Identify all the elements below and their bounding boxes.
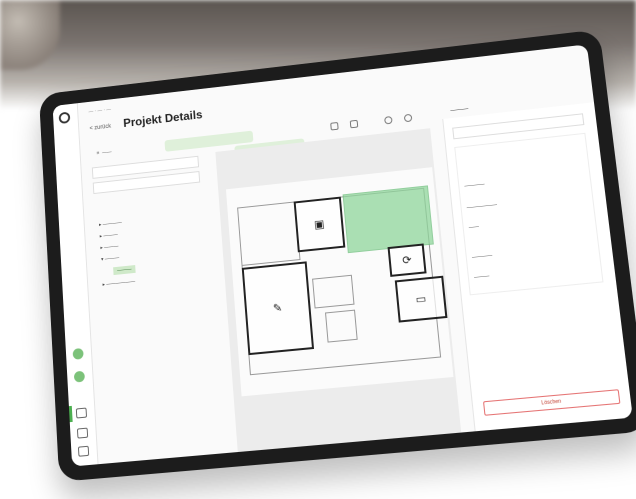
room bbox=[237, 201, 301, 266]
lamp bbox=[0, 0, 60, 70]
device-marker[interactable]: ▭ bbox=[394, 275, 448, 323]
cursor-icon[interactable] bbox=[349, 119, 359, 129]
layers-icon[interactable] bbox=[403, 113, 413, 123]
panel-title: ——— bbox=[450, 106, 469, 115]
zoom-icon[interactable] bbox=[384, 115, 393, 125]
refresh-icon: ⟳ bbox=[401, 254, 413, 268]
copy-icon[interactable] bbox=[330, 121, 339, 131]
tablet-device: — · — · — < zurück Projekt Details ≡ —— … bbox=[38, 29, 636, 482]
list-icon[interactable] bbox=[77, 445, 90, 457]
tree-item[interactable]: ▸ ——— bbox=[100, 243, 118, 251]
tree-panel: ▸ ———— ▸ ——— ▸ ——— ▾ ——— ——— ▸ —————— bbox=[86, 155, 230, 464]
tree-item[interactable]: ▸ ——— bbox=[100, 232, 118, 240]
settings-icon[interactable] bbox=[78, 464, 91, 467]
floorplan-icon[interactable] bbox=[75, 407, 88, 419]
delete-button[interactable]: Löschen bbox=[482, 389, 621, 416]
list-item[interactable]: —— bbox=[469, 224, 480, 231]
device-marker[interactable]: ▣ bbox=[293, 196, 346, 253]
tablet-screen: — · — · — < zurück Projekt Details ≡ —— … bbox=[52, 44, 633, 467]
tab-overview[interactable]: ≡ —— bbox=[91, 146, 118, 160]
options-list[interactable] bbox=[454, 132, 604, 296]
status-dot-icon[interactable] bbox=[72, 347, 84, 360]
device-marker[interactable]: ✎ bbox=[241, 261, 315, 356]
active-indicator bbox=[68, 405, 73, 423]
page-title: Projekt Details bbox=[122, 107, 203, 130]
tree-item[interactable]: ▸ ———— bbox=[99, 220, 122, 228]
tool-icon: ✎ bbox=[272, 302, 283, 316]
floorplan-canvas[interactable]: ▣ ✎ ⟳ ▭ bbox=[215, 128, 462, 453]
calendar-icon[interactable] bbox=[76, 427, 89, 439]
tree-item[interactable]: ▸ —————— bbox=[102, 279, 135, 288]
breadcrumb[interactable]: — · — · — bbox=[88, 107, 111, 115]
status-dot-icon[interactable] bbox=[73, 370, 86, 383]
room bbox=[312, 274, 355, 309]
room bbox=[325, 309, 358, 343]
back-button[interactable]: < zurück bbox=[89, 124, 111, 132]
tree-item-selected[interactable]: ——— bbox=[113, 265, 136, 276]
logo-icon bbox=[58, 111, 71, 125]
details-panel: ——— ———— —————— —— ———— ——— Löschen bbox=[442, 102, 633, 432]
device-marker[interactable]: ⟳ bbox=[387, 243, 427, 277]
floorplan: ▣ ✎ ⟳ ▭ bbox=[225, 167, 454, 397]
device-icon: ▭ bbox=[415, 293, 427, 307]
tree-item[interactable]: ▾ ——— bbox=[101, 255, 119, 263]
sensor-icon: ▣ bbox=[313, 218, 326, 232]
